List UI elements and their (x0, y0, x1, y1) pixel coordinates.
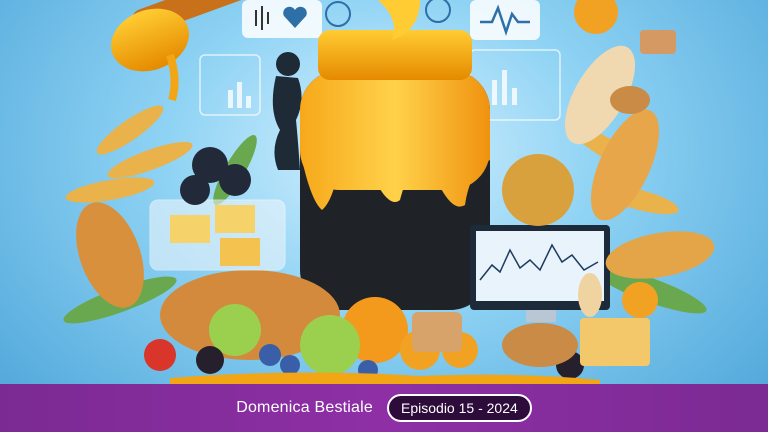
show-title: Domenica Bestiale (236, 399, 374, 416)
wheat-left (65, 105, 193, 203)
honey-jar (300, 0, 490, 310)
globe-icon (425, 0, 451, 23)
bar-chart-icon (228, 82, 251, 108)
episode-badge: Episodio 15 - 2024 (387, 394, 532, 422)
honey-dipper (111, 0, 258, 102)
leaf-icon (325, 1, 351, 27)
episode-thumbnail: Domenica Bestiale Episodio 15 - 2024 (0, 0, 768, 432)
episode-footer-bar: Domenica Bestiale Episodio 15 - 2024 (0, 384, 768, 432)
woman-silhouette (272, 52, 302, 170)
food-illustration (63, 0, 715, 390)
butter-bowl (149, 199, 286, 271)
